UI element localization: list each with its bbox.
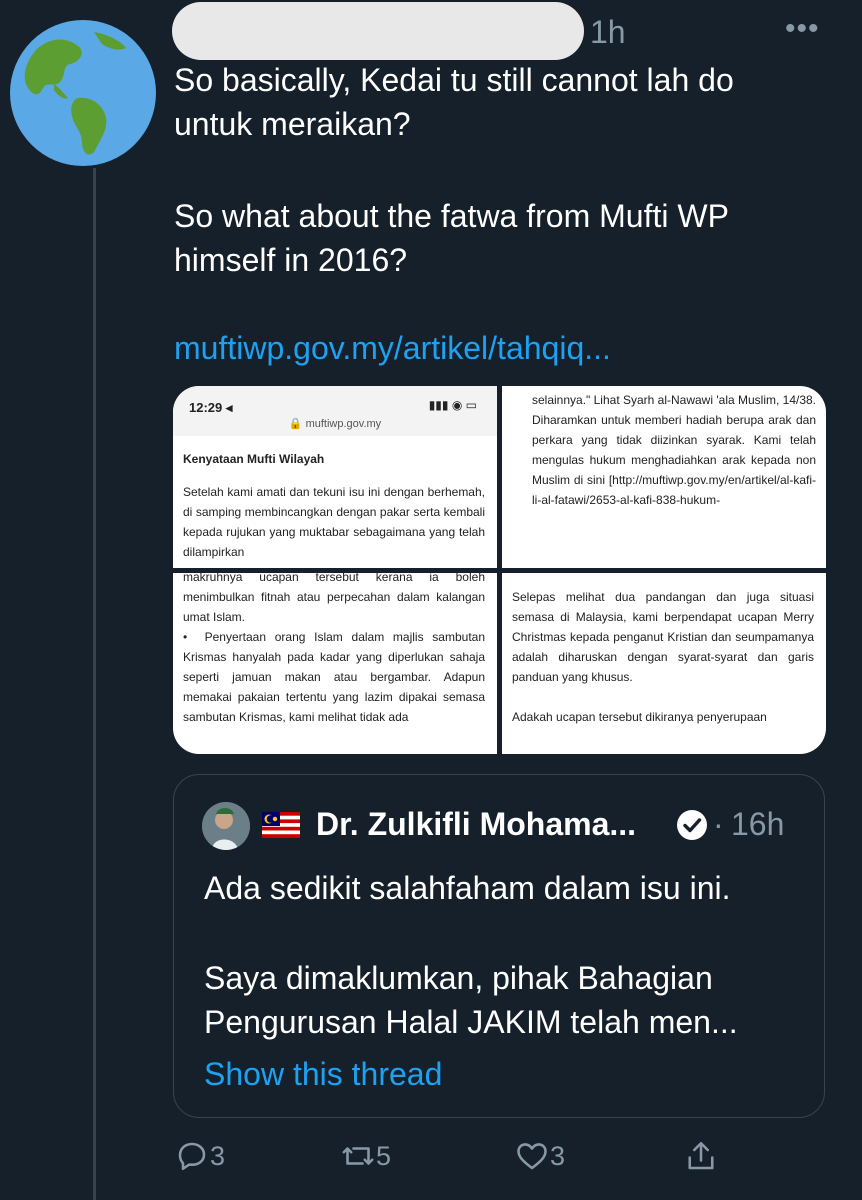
reply-count: 3: [210, 1140, 226, 1171]
malaysia-flag-icon: [262, 812, 300, 838]
document-body: Selepas melihat dua pandangan dan juga s…: [512, 590, 814, 724]
thread-connector-line: [93, 168, 96, 1200]
media-image-1[interactable]: 12:29 ◂ ▮▮▮ ◉ ▭ 🔒 muftiwp.gov.my Kenyata…: [173, 386, 497, 568]
reply-button[interactable]: 3: [174, 1138, 225, 1174]
retweet-button[interactable]: 5: [340, 1138, 391, 1174]
document-body: makruhnya ucapan tersebut kerana ia bole…: [183, 573, 485, 724]
quoted-text-paragraph-1: Ada sedikit salahfaham dalam isu ini.: [204, 870, 731, 906]
media-image-2[interactable]: selainnya." Lihat Syarh al-Nawawi 'ala M…: [502, 386, 826, 568]
like-button[interactable]: 3: [514, 1138, 565, 1174]
globe-avatar-icon[interactable]: [8, 18, 158, 168]
share-icon: [688, 1141, 714, 1170]
retweet-icon: [342, 1147, 374, 1165]
more-options-icon[interactable]: •••: [785, 12, 820, 46]
share-button[interactable]: [683, 1138, 719, 1174]
show-thread-link[interactable]: Show this thread: [204, 1056, 442, 1093]
quoted-text-paragraph-2: Saya dimaklumkan, pihak Bahagian Penguru…: [204, 960, 738, 1040]
person-photo-icon: [202, 802, 250, 850]
quoted-tweet-timestamp[interactable]: 16h: [731, 806, 784, 843]
redacted-author-name: [172, 2, 584, 60]
document-body: Setelah kami amati dan tekuni isu ini de…: [183, 485, 489, 559]
document-heading: Kenyataan Mufti Wilayah: [183, 452, 325, 466]
separator-dot: ·: [713, 806, 724, 842]
quoted-author-avatar[interactable]: [202, 802, 250, 850]
reply-icon: [178, 1142, 206, 1171]
like-count: 3: [550, 1140, 566, 1171]
browser-url-bar: 🔒 muftiwp.gov.my: [173, 412, 497, 436]
tweet-text-paragraph-1: So basically, Kedai tu still cannot lah …: [174, 62, 734, 142]
verified-badge-icon: [677, 810, 707, 840]
retweet-count: 5: [376, 1140, 392, 1171]
tweet-timestamp[interactable]: 1h: [590, 14, 626, 51]
tweet-text-paragraph-2: So what about the fatwa from Mufti WP hi…: [174, 198, 729, 278]
status-icons: ▮▮▮ ◉ ▭: [428, 398, 477, 412]
media-grid: 12:29 ◂ ▮▮▮ ◉ ▭ 🔒 muftiwp.gov.my Kenyata…: [173, 386, 826, 754]
quoted-author-name[interactable]: Dr. Zulkifli Mohama...: [316, 806, 636, 843]
heart-icon: [517, 1143, 547, 1170]
tweet-link[interactable]: muftiwp.gov.my/artikel/tahqiq...: [174, 330, 611, 367]
media-image-3[interactable]: makruhnya ucapan tersebut kerana ia bole…: [173, 573, 497, 754]
media-image-4[interactable]: Selepas melihat dua pandangan dan juga s…: [502, 573, 826, 754]
document-body: selainnya." Lihat Syarh al-Nawawi 'ala M…: [532, 393, 820, 507]
